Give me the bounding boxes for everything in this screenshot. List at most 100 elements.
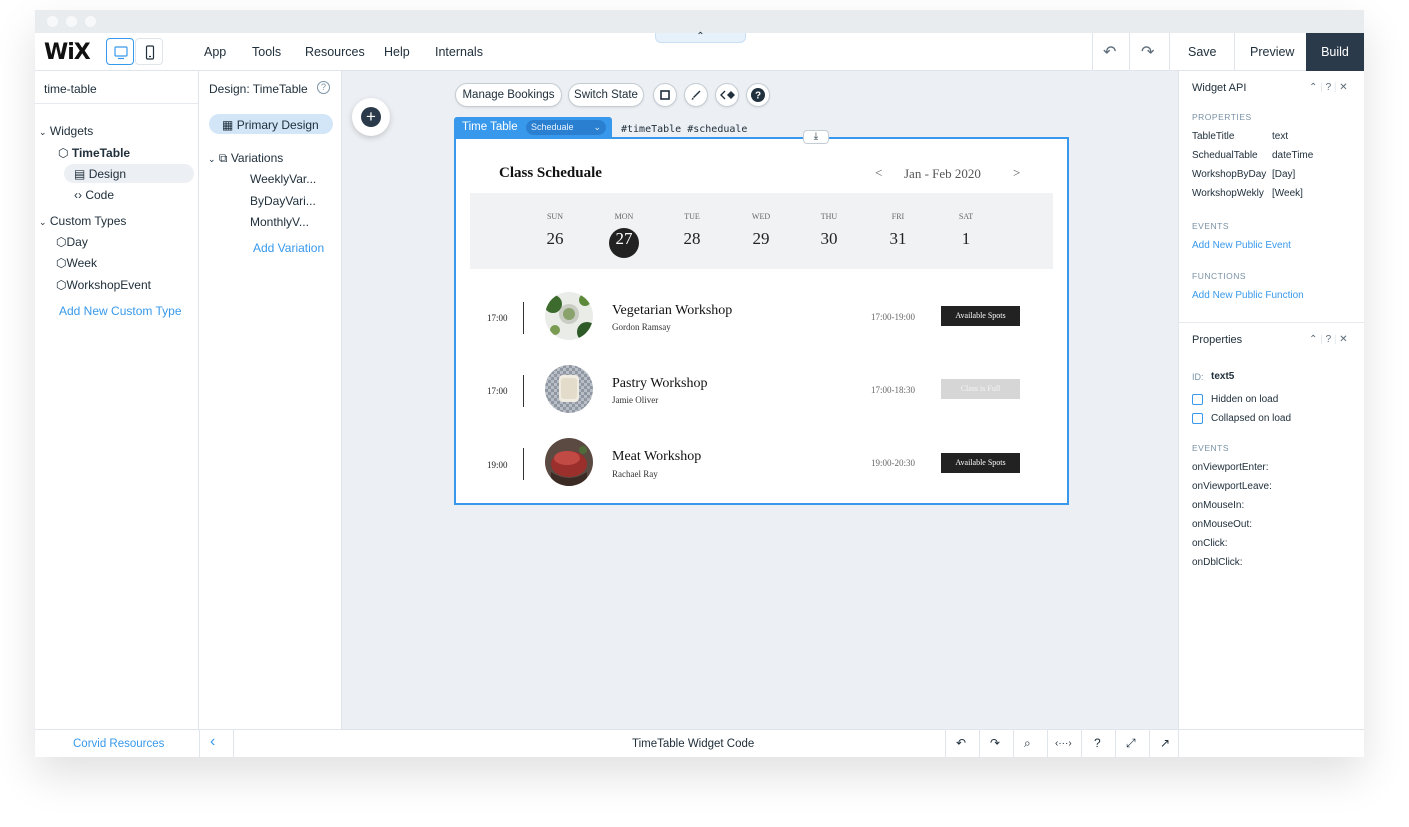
open-external-icon[interactable]: ↗ bbox=[1160, 736, 1170, 750]
primary-design-item[interactable]: ▦ Primary Design bbox=[222, 118, 319, 132]
event-handler-item[interactable]: onViewportLeave: bbox=[1192, 481, 1272, 492]
variations-group[interactable]: ⌄ ⧉ Variations bbox=[208, 151, 283, 166]
add-public-event-link[interactable]: Add New Public Event bbox=[1192, 240, 1291, 251]
widget-api-title: Widget API bbox=[1192, 82, 1247, 94]
toolbar-divider bbox=[945, 730, 946, 757]
manage-bookings-button[interactable]: Manage Bookings bbox=[455, 83, 562, 107]
add-custom-type-link[interactable]: Add New Custom Type bbox=[59, 304, 182, 318]
build-button[interactable]: Build bbox=[1306, 33, 1364, 71]
event-handler-item[interactable]: onDblClick: bbox=[1192, 557, 1243, 568]
switch-state-button[interactable]: Switch State bbox=[568, 83, 644, 107]
bottom-bar: Corvid Resources ‹ TimeTable Widget Code… bbox=[35, 729, 1364, 757]
variation-item[interactable]: ByDayVari... bbox=[250, 194, 316, 208]
window-maximize-dot[interactable] bbox=[85, 16, 96, 27]
tree-widgets-label: Widgets bbox=[49, 124, 94, 138]
redo-icon[interactable]: ↷ bbox=[1141, 42, 1154, 62]
help-icon[interactable]: ? bbox=[1326, 82, 1332, 93]
help-icon[interactable]: ? bbox=[317, 81, 330, 94]
undo-icon[interactable]: ↶ bbox=[1103, 42, 1116, 62]
mobile-view-button[interactable] bbox=[135, 38, 163, 65]
api-property-type: text bbox=[1272, 131, 1289, 142]
layout-button[interactable] bbox=[653, 83, 677, 107]
menu-app[interactable]: App bbox=[204, 45, 226, 59]
chevron-left-icon[interactable]: ‹ bbox=[210, 733, 215, 751]
expand-icon[interactable]: ⤢ bbox=[1126, 736, 1136, 751]
save-button[interactable]: Save bbox=[1188, 45, 1217, 59]
menu-help[interactable]: Help bbox=[384, 45, 410, 59]
day-number[interactable]: 31 bbox=[878, 229, 918, 249]
close-icon[interactable]: ✕ bbox=[1339, 334, 1347, 345]
corvid-resources-link[interactable]: Corvid Resources bbox=[73, 738, 164, 750]
toolbar-divider bbox=[1115, 730, 1116, 757]
tree-custom-types[interactable]: ⌄ Custom Types bbox=[39, 214, 126, 228]
widget-title[interactable]: Class Scheduale bbox=[499, 165, 602, 182]
undo-icon[interactable]: ↶ bbox=[956, 736, 966, 750]
event-name: Meat Workshop bbox=[612, 449, 702, 464]
event-name: Pastry Workshop bbox=[612, 376, 708, 391]
tree-type-workshopevent[interactable]: ⬡WorkshopEvent bbox=[56, 278, 151, 292]
event-handler-item[interactable]: onViewportEnter: bbox=[1192, 462, 1269, 473]
api-property-key[interactable]: SchedualTable bbox=[1192, 150, 1258, 161]
api-property-key[interactable]: TableTitle bbox=[1192, 131, 1234, 142]
redo-icon[interactable]: ↷ bbox=[990, 736, 1000, 750]
tree-design[interactable]: ▤ Design bbox=[74, 167, 126, 181]
event-handler-item[interactable]: onClick: bbox=[1192, 538, 1228, 549]
tree-code[interactable]: ‹› Code bbox=[74, 188, 114, 202]
day-name: MON bbox=[614, 212, 634, 221]
code-panel-title: TimeTable Widget Code bbox=[632, 738, 755, 750]
event-handler-item[interactable]: onMouseIn: bbox=[1192, 500, 1244, 511]
day-number-selected[interactable]: 27 bbox=[604, 229, 644, 249]
state-select[interactable]: Scheduale ⌄ bbox=[526, 120, 606, 135]
available-spots-button[interactable]: Available Spots bbox=[941, 453, 1020, 473]
window-close-dot[interactable] bbox=[47, 16, 58, 27]
available-spots-button[interactable]: Available Spots bbox=[941, 306, 1020, 326]
api-property-key[interactable]: WorkshopWekly bbox=[1192, 188, 1264, 199]
animation-button[interactable] bbox=[715, 83, 739, 107]
variation-item[interactable]: MonthlyV... bbox=[250, 215, 309, 229]
day-name: TUE bbox=[684, 212, 700, 221]
help-button[interactable]: ? bbox=[746, 83, 770, 107]
collapsed-on-load-checkbox[interactable] bbox=[1192, 413, 1203, 424]
close-icon[interactable]: ✕ bbox=[1339, 82, 1347, 93]
menu-resources[interactable]: Resources bbox=[305, 45, 365, 59]
component-ids: #timeTable #scheduale bbox=[621, 124, 748, 135]
next-arrow[interactable]: > bbox=[1013, 165, 1020, 181]
event-handler-item[interactable]: onMouseOut: bbox=[1192, 519, 1252, 530]
add-variation-link[interactable]: Add Variation bbox=[253, 241, 324, 255]
day-number[interactable]: 26 bbox=[535, 229, 575, 249]
add-element-button[interactable]: + bbox=[352, 98, 390, 136]
search-icon[interactable]: ⌕ bbox=[1024, 736, 1031, 751]
add-public-function-link[interactable]: Add New Public Function bbox=[1192, 290, 1304, 301]
events-section-label: EVENTS bbox=[1192, 443, 1230, 453]
variation-item[interactable]: WeeklyVar... bbox=[250, 172, 316, 186]
hidden-on-load-checkbox[interactable] bbox=[1192, 394, 1203, 405]
id-value[interactable]: text5 bbox=[1211, 371, 1234, 382]
tree-widgets[interactable]: ⌄ Widgets bbox=[39, 124, 93, 138]
tree-timetable[interactable]: ⬡ TimeTable bbox=[58, 146, 130, 160]
prev-arrow[interactable]: < bbox=[875, 165, 882, 181]
widget-api-controls: ⌃ | ? | ✕ bbox=[1309, 82, 1348, 93]
type-icon: ⬡ bbox=[56, 256, 67, 270]
preview-button[interactable]: Preview bbox=[1250, 45, 1294, 59]
menu-tools[interactable]: Tools bbox=[252, 45, 281, 59]
chevron-up-icon[interactable]: ⌃ bbox=[1309, 334, 1317, 345]
help-icon[interactable]: ? bbox=[1094, 736, 1101, 750]
download-icon[interactable]: ⤓ bbox=[803, 130, 829, 144]
day-number[interactable]: 29 bbox=[741, 229, 781, 249]
tree-type-day[interactable]: ⬡Day bbox=[56, 235, 88, 249]
day-number[interactable]: 30 bbox=[809, 229, 849, 249]
help-icon[interactable]: ? bbox=[1326, 334, 1332, 345]
day-number[interactable]: 1 bbox=[946, 229, 986, 249]
component-label-tab[interactable]: Time Table Scheduale ⌄ bbox=[454, 117, 612, 139]
day-number[interactable]: 28 bbox=[672, 229, 712, 249]
menu-internals[interactable]: Internals bbox=[435, 45, 483, 59]
type-label: Week bbox=[66, 256, 97, 270]
code-format-icon[interactable]: ‹···› bbox=[1055, 738, 1072, 749]
collapse-toolbar-tab[interactable]: ⌃ bbox=[655, 32, 746, 43]
chevron-up-icon[interactable]: ⌃ bbox=[1309, 82, 1317, 93]
design-button[interactable] bbox=[684, 83, 708, 107]
tree-type-week[interactable]: ⬡Week bbox=[56, 256, 97, 270]
desktop-view-button[interactable] bbox=[106, 38, 134, 65]
window-minimize-dot[interactable] bbox=[66, 16, 77, 27]
api-property-key[interactable]: WorkshopByDay bbox=[1192, 169, 1266, 180]
